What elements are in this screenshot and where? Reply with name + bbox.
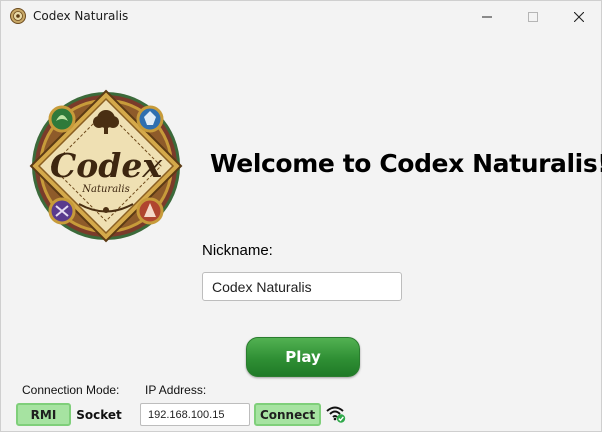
codex-naturalis-logo: Codex Naturalis xyxy=(29,89,183,243)
connection-mode-label: Connection Mode: xyxy=(22,383,120,397)
maximize-button[interactable] xyxy=(510,1,556,32)
rmi-toggle-button[interactable]: RMI xyxy=(16,403,71,426)
socket-toggle-button[interactable]: Socket xyxy=(74,403,124,426)
nickname-input[interactable] xyxy=(202,272,402,301)
app-window: Codex Naturalis Codex Naturalis Welcome … xyxy=(0,0,602,432)
ip-address-label: IP Address: xyxy=(145,383,207,397)
minimize-button[interactable] xyxy=(464,1,510,32)
play-button[interactable]: Play xyxy=(246,337,360,377)
ip-address-input[interactable] xyxy=(140,403,250,426)
close-icon xyxy=(573,7,585,26)
nickname-label: Nickname: xyxy=(202,242,273,259)
close-button[interactable] xyxy=(556,1,602,32)
window-title: Codex Naturalis xyxy=(33,9,129,23)
svg-text:Naturalis: Naturalis xyxy=(81,184,129,195)
maximize-icon xyxy=(528,7,538,26)
app-logo-icon xyxy=(10,8,26,24)
svg-text:Codex: Codex xyxy=(50,146,162,185)
welcome-heading: Welcome to Codex Naturalis! xyxy=(210,149,602,178)
wifi-connected-icon xyxy=(326,405,346,423)
minimize-icon xyxy=(482,7,492,26)
title-bar[interactable]: Codex Naturalis xyxy=(1,1,601,32)
connect-button[interactable]: Connect xyxy=(254,403,321,426)
